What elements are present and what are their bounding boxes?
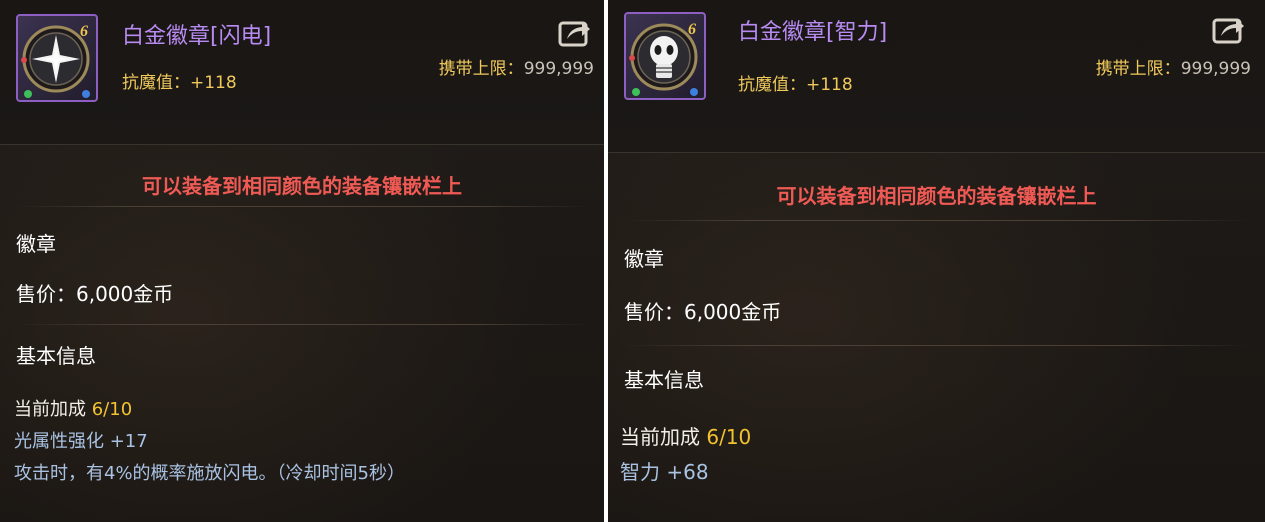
socket-notice: 可以装备到相同颜色的装备镶嵌栏上 [142, 174, 462, 198]
badge-item-icon[interactable]: 6 [624, 12, 706, 100]
divider [622, 220, 1250, 221]
current-bonus-value: 6/10 [91, 399, 133, 420]
item-tooltip-intelligence: 6 白金徽章[智力] 抗魔值：+118 携带上限：999,999 可以装备到相同… [608, 0, 1265, 522]
lightbulb-skull-icon: 6 [629, 21, 698, 96]
svg-text:6: 6 [688, 21, 696, 38]
attribute-light-enhance: 光属性强化 +17 [14, 431, 148, 452]
carry-limit-label: 携带上限： [1095, 59, 1181, 79]
current-bonus-label: 当前加成 [14, 399, 86, 420]
item-tooltip-lightning: 6 白金徽章[闪电] 抗魔值：+118 携带上限：999,999 可以装备到相同… [0, 0, 604, 522]
carry-limit: 携带上限：999,999 [1096, 54, 1251, 79]
carry-limit: 携带上限：999,999 [439, 54, 594, 79]
divider [14, 206, 590, 207]
magic-resist-stat: 抗魔值：+118 [122, 73, 237, 93]
lightning-star-icon: 6 [21, 23, 90, 98]
sell-price: 售价：6,000金币 [16, 282, 174, 306]
item-category: 徽章 [16, 232, 56, 256]
carry-limit-value: 999,999 [1180, 59, 1251, 79]
badge-item-icon[interactable]: 6 [16, 14, 98, 102]
section-title-basic-info: 基本信息 [16, 344, 96, 368]
current-bonus: 当前加成 6/10 [14, 395, 132, 421]
attribute-intelligence: 智力 +68 [620, 460, 709, 484]
current-bonus-value: 6/10 [706, 425, 752, 449]
divider [14, 324, 590, 325]
current-bonus-label: 当前加成 [620, 425, 700, 449]
section-title-basic-info: 基本信息 [624, 368, 704, 392]
magic-resist-stat: 抗魔值：+118 [738, 75, 853, 95]
share-icon[interactable] [1212, 14, 1246, 44]
header-divider [608, 152, 1265, 153]
divider [622, 345, 1250, 346]
svg-text:6: 6 [80, 23, 88, 40]
share-icon[interactable] [558, 17, 592, 47]
item-name: 白金徽章[智力] [738, 20, 888, 45]
item-name: 白金徽章[闪电] [122, 24, 272, 49]
item-category: 徽章 [624, 247, 664, 271]
current-bonus: 当前加成 6/10 [620, 421, 751, 450]
carry-limit-value: 999,999 [523, 59, 594, 79]
socket-notice: 可以装备到相同颜色的装备镶嵌栏上 [776, 184, 1097, 208]
carry-limit-label: 携带上限： [438, 59, 524, 79]
sell-price: 售价：6,000金币 [624, 300, 782, 324]
effect-description: 攻击时，有4%的概率施放闪电。（冷却时间5秒） [14, 463, 406, 484]
header-divider [0, 144, 604, 145]
